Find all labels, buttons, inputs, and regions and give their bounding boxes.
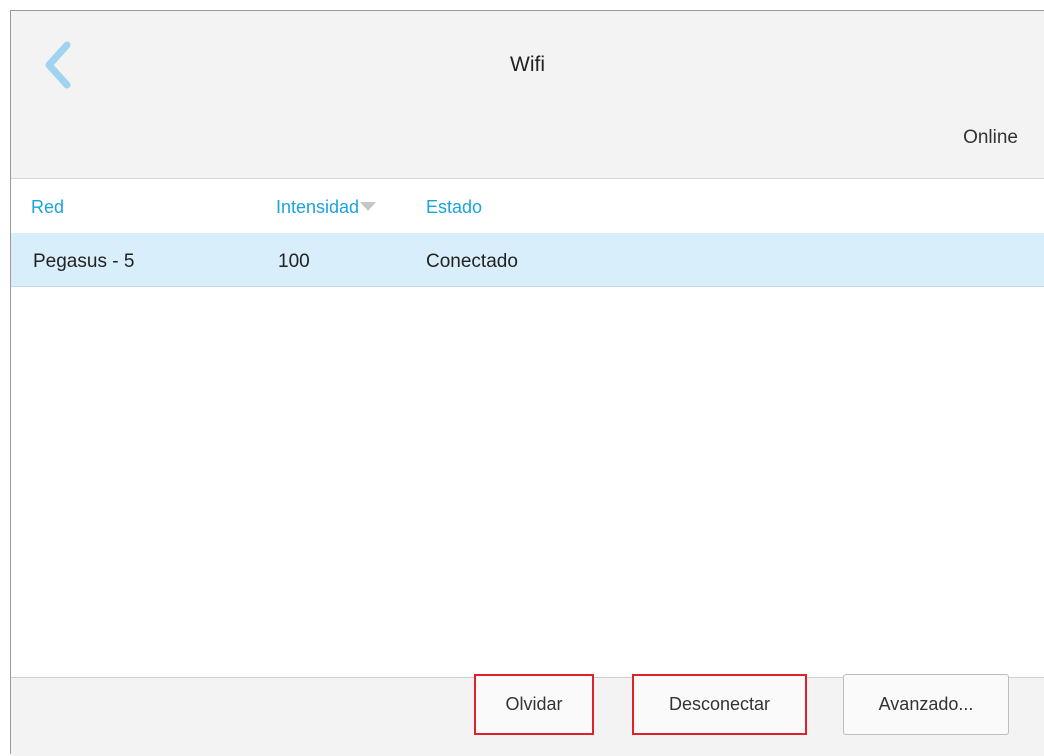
page-title: Wifi bbox=[510, 53, 545, 76]
column-header-estado[interactable]: Estado bbox=[426, 197, 482, 218]
header-bar: Wifi Online bbox=[11, 11, 1044, 179]
cell-red: Pegasus - 5 bbox=[33, 251, 135, 272]
column-header-intensidad[interactable]: Intensidad bbox=[276, 197, 377, 218]
forget-button[interactable]: Olvidar bbox=[474, 674, 594, 735]
cell-estado: Conectado bbox=[426, 251, 518, 272]
sort-down-icon bbox=[360, 201, 377, 211]
column-header-red[interactable]: Red bbox=[31, 197, 64, 218]
column-header-intensidad-label: Intensidad bbox=[276, 197, 360, 217]
wifi-window: Wifi Online Red Intensidad Estado Pegasu… bbox=[10, 10, 1044, 756]
advanced-button[interactable]: Avanzado... bbox=[843, 674, 1009, 735]
table-header bbox=[11, 179, 1044, 232]
table-row[interactable] bbox=[11, 233, 1044, 287]
disconnect-button[interactable]: Desconectar bbox=[632, 674, 807, 735]
connection-status: Online bbox=[963, 127, 1018, 148]
cell-intensidad: 100 bbox=[278, 251, 310, 272]
